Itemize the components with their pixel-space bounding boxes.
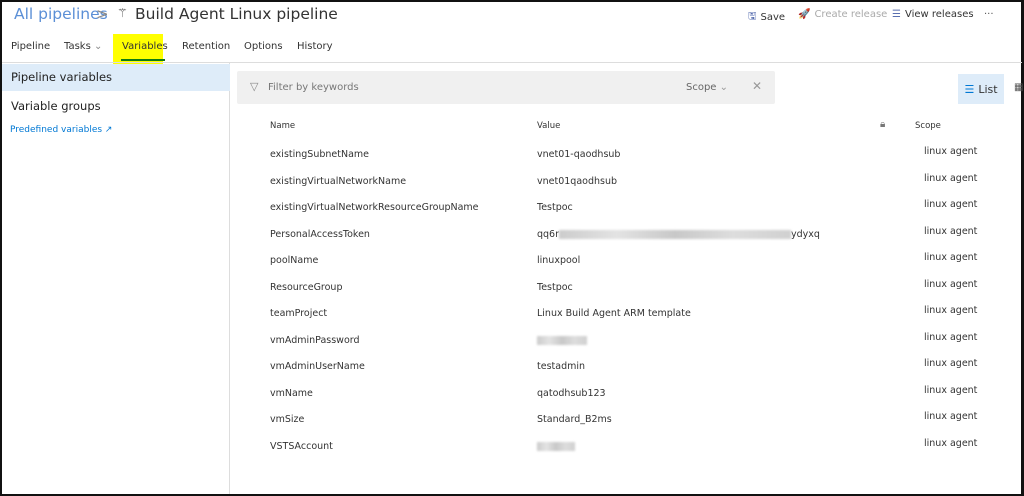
table-row[interactable]: existingVirtualNetworkResourceGroupName T… [237,199,1017,223]
page-title: Build Agent Linux pipeline [135,5,338,23]
variable-scope[interactable]: linux agent [924,146,977,157]
scope-dropdown[interactable]: Scope ⌄ [686,82,728,93]
external-link-icon: ↗ [104,125,113,135]
masked-value [537,335,587,345]
masked-value [537,441,575,451]
table-row[interactable]: existingSubnetName vnet01-qaodhsub linux a… [237,146,1017,170]
variable-scope[interactable]: linux agent [924,252,977,263]
grid-view-icon[interactable]: ▦ [1014,82,1023,93]
tab-history[interactable]: History [297,41,333,52]
column-header-name[interactable]: Name [270,121,295,131]
breadcrumb-separator: > [96,5,109,23]
breadcrumb-all-pipelines[interactable]: All pipelines [14,5,108,23]
filter-input[interactable]: Filter by keywords [268,82,359,93]
table-row[interactable]: teamProject Linux Build Agent ARM templat… [237,305,1017,329]
list-icon: ☰ [892,9,901,20]
sidebar-item-variable-groups[interactable]: Variable groups [11,99,101,113]
variable-scope[interactable]: linux agent [924,332,977,343]
variable-name[interactable]: vmName [270,388,313,399]
variable-value[interactable]: qatodhsub123 [537,388,606,399]
pipeline-icon: ⚚ [117,6,128,20]
save-button[interactable]: 🖫 Save [748,9,785,26]
save-icon: 🖫 [748,11,757,22]
variable-name[interactable]: existingVirtualNetworkResourceGroupName [270,202,479,213]
variable-name[interactable]: existingSubnetName [270,149,369,160]
variable-name[interactable]: poolName [270,255,318,266]
variable-scope[interactable]: linux agent [924,411,977,422]
tab-retention[interactable]: Retention [182,41,230,52]
variable-value[interactable]: testadmin [537,361,585,372]
variable-value[interactable] [537,335,587,346]
more-button[interactable]: ··· [984,9,994,20]
column-header-value[interactable]: Value [537,121,560,131]
list-view-button[interactable]: ☰ List [958,74,1004,104]
variable-scope[interactable]: linux agent [924,305,977,316]
table-row[interactable]: vmSize Standard_B2ms linux agent [237,411,1017,435]
column-header-scope[interactable]: Scope [915,121,941,131]
table-row[interactable]: vmAdminPassword linux agent [237,332,1017,356]
variable-name[interactable]: vmAdminPassword [270,335,360,346]
variable-scope[interactable]: linux agent [924,226,977,237]
variable-name[interactable]: vmSize [270,414,304,425]
list-icon: ☰ [964,82,975,96]
variable-name[interactable]: PersonalAccessToken [270,229,370,240]
table-row[interactable]: poolName linuxpool linux agent [237,252,1017,276]
masked-value [559,229,792,239]
variable-value[interactable]: Linux Build Agent ARM template [537,308,691,319]
variable-name[interactable]: VSTSAccount [270,441,333,452]
variable-value[interactable]: Testpoc [537,202,573,213]
variable-value[interactable]: Testpoc [537,282,573,293]
chevron-down-icon: ⌄ [719,82,729,93]
variable-name[interactable]: vmAdminUserName [270,361,365,372]
predefined-variables-link[interactable]: Predefined variables ↗ [10,125,112,135]
variable-name[interactable]: ResourceGroup [270,282,343,293]
filter-icon: ▽ [250,80,259,93]
variable-name[interactable]: teamProject [270,308,327,319]
variable-value[interactable]: vnet01qaodhsub [537,176,617,187]
variable-scope[interactable]: linux agent [924,173,977,184]
variable-scope[interactable]: linux agent [924,279,977,290]
chevron-down-icon: ⌄ [93,41,103,52]
variable-scope[interactable]: linux agent [924,358,977,369]
sidebar-item-pipeline-variables[interactable]: Pipeline variables [2,64,230,91]
create-release-button[interactable]: 🚀 Create release [798,9,887,20]
variable-value[interactable]: qq6r ydyxq [537,229,820,240]
variable-value[interactable]: Standard_B2ms [537,414,612,425]
rocket-icon: 🚀 [798,9,811,20]
variable-value[interactable]: vnet01-qaodhsub [537,149,620,160]
variable-scope[interactable]: linux agent [924,438,977,449]
tab-selected-underline [121,59,165,61]
table-row[interactable]: existingVirtualNetworkName vnet01qaodhsub… [237,173,1017,197]
variable-name[interactable]: existingVirtualNetworkName [270,176,406,187]
variable-scope[interactable]: linux agent [924,385,977,396]
table-row[interactable]: ResourceGroup Testpoc linux agent [237,279,1017,303]
variable-value[interactable] [537,441,575,452]
lock-icon: 🔒︎ [880,119,886,130]
variable-scope[interactable]: linux agent [924,199,977,210]
table-row[interactable]: VSTSAccount linux agent [237,438,1017,462]
table-row[interactable]: vmAdminUserName testadmin linux agent [237,358,1017,382]
table-row[interactable]: vmName qatodhsub123 linux agent [237,385,1017,409]
variable-value[interactable]: linuxpool [537,255,580,266]
tab-options[interactable]: Options [244,41,283,52]
view-releases-button[interactable]: ☰ View releases [892,9,974,20]
tab-variables[interactable]: Variables [122,41,168,52]
clear-filter-icon[interactable]: ✕ [752,79,762,93]
tab-pipeline[interactable]: Pipeline [11,41,50,52]
table-row[interactable]: PersonalAccessToken qq6r ydyxq linux agent [237,226,1017,250]
tab-tasks[interactable]: Tasks ⌄ [64,41,102,52]
